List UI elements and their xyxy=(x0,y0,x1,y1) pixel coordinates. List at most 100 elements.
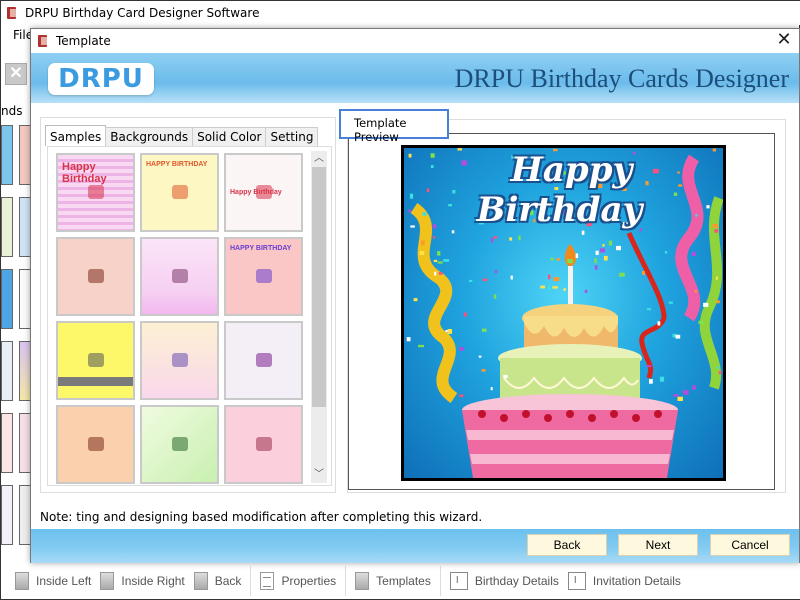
confetti-piece xyxy=(683,390,689,395)
confetti-piece xyxy=(694,290,697,293)
confetti-piece xyxy=(668,301,673,304)
template-sample-peach-floral-cake[interactable] xyxy=(56,237,135,316)
cake-stripe xyxy=(470,454,670,464)
cherry xyxy=(478,410,486,418)
divider xyxy=(250,566,252,596)
background-thumb[interactable] xyxy=(1,485,13,545)
confetti-piece xyxy=(494,270,498,274)
template-sample-yellow-balloons-happy-birthday[interactable]: HAPPY BIRTHDAY xyxy=(140,153,219,232)
templates-icon xyxy=(355,572,370,590)
confetti-piece xyxy=(548,274,551,280)
sample-motif xyxy=(88,269,104,283)
background-thumb[interactable] xyxy=(1,341,13,401)
template-sample-lilac-waves-cake[interactable] xyxy=(140,237,219,316)
status-item-invitation-details[interactable]: Invitation Details xyxy=(567,572,681,590)
confetti-piece xyxy=(406,337,411,342)
next-button[interactable]: Next xyxy=(618,534,698,556)
sample-motif xyxy=(172,437,188,451)
confetti-piece xyxy=(418,344,424,348)
confetti-piece xyxy=(493,236,497,239)
scrollbar-thumb[interactable] xyxy=(312,167,326,407)
template-sample-pink-hearts-happy-birthday[interactable]: HAPPY BIRTHDAY xyxy=(224,237,303,316)
tab-samples[interactable]: Samples xyxy=(45,125,107,146)
confetti-piece xyxy=(664,251,668,254)
status-item-inside-left[interactable]: Inside Left xyxy=(15,572,91,590)
template-sample-green-cake[interactable] xyxy=(140,405,219,484)
sample-motif xyxy=(256,185,272,199)
background-thumb[interactable] xyxy=(1,413,13,473)
cherry xyxy=(566,410,574,418)
divider xyxy=(439,566,441,596)
confetti-piece xyxy=(603,255,608,261)
template-sample-white-mouse-happy-birthday[interactable]: Happy Birthday xyxy=(224,153,303,232)
background-thumb[interactable] xyxy=(1,125,13,185)
scroll-up-icon[interactable]: ︿ xyxy=(311,151,327,167)
confetti-piece xyxy=(584,289,588,293)
template-sample-pink-stripes-happy-birthday[interactable]: Happy Birthday xyxy=(56,153,135,232)
template-sample-orange-floral-cake[interactable] xyxy=(56,405,135,484)
template-sample-white-purple-flowers[interactable] xyxy=(224,321,303,400)
sample-text: HAPPY BIRTHDAY xyxy=(146,161,208,168)
scroll-down-icon[interactable]: ﹀ xyxy=(311,467,327,483)
confetti-piece xyxy=(646,308,652,311)
dialog-close-button[interactable]: ✕ xyxy=(775,31,793,49)
tab-solid-color[interactable]: Solid Color xyxy=(192,127,267,146)
background-thumb[interactable] xyxy=(1,197,13,257)
confetti-piece xyxy=(510,275,513,280)
page-icon xyxy=(193,572,208,590)
background-thumb[interactable] xyxy=(1,269,13,329)
confetti-piece xyxy=(420,240,425,246)
back-button[interactable]: Back xyxy=(527,534,607,556)
confetti-piece xyxy=(619,272,625,277)
cherry xyxy=(654,410,662,418)
tab-setting[interactable]: Setting xyxy=(265,127,319,146)
sample-motif xyxy=(172,353,188,367)
wizard-note: Note: ting and designing based modificat… xyxy=(40,510,483,524)
cake-mid-tier xyxy=(500,358,640,398)
template-preview-label: Template Preview xyxy=(339,109,449,144)
confetti-piece xyxy=(469,279,473,282)
confetti-piece xyxy=(459,347,464,351)
confetti-piece xyxy=(550,257,554,261)
sample-motif xyxy=(256,269,272,283)
confetti-piece xyxy=(503,374,508,379)
status-item-properties[interactable]: Properties xyxy=(260,572,336,590)
sample-motif xyxy=(88,437,104,451)
confetti-piece xyxy=(433,236,436,239)
confetti-piece xyxy=(675,334,681,339)
confetti-piece xyxy=(698,320,704,324)
card-title-happy: Happy xyxy=(510,150,633,190)
confetti-piece xyxy=(677,396,683,401)
confetti-piece xyxy=(518,235,521,241)
confetti-piece xyxy=(419,251,425,255)
dialog-titlebar: Template xyxy=(31,29,799,53)
status-item-birthday-details[interactable]: Birthday Details xyxy=(449,572,559,590)
confetti-piece xyxy=(716,366,719,369)
app-logo-icon xyxy=(5,6,19,20)
sample-text: Happy Birthday xyxy=(62,161,107,185)
confetti-piece xyxy=(673,394,679,397)
template-sample-yellow-candles-gift[interactable] xyxy=(56,321,135,400)
confetti-piece xyxy=(556,258,560,261)
template-sample-pink-floral-diagonal[interactable] xyxy=(224,405,303,484)
template-tabs: Samples Backgrounds Solid Color Setting xyxy=(45,125,319,147)
confetti-piece xyxy=(540,285,545,289)
samples-scrollbar[interactable]: ︿ ﹀ xyxy=(311,151,327,483)
backgrounds-tab-partial[interactable]: nds xyxy=(1,104,22,118)
confetti-piece xyxy=(602,244,605,247)
cherry xyxy=(522,410,530,418)
confetti-piece xyxy=(434,271,437,276)
confetti-piece xyxy=(567,259,573,264)
dialog-banner: DRPU DRPU Birthday Cards Designer xyxy=(31,53,799,103)
close-icon[interactable]: ✕ xyxy=(5,63,27,85)
status-item-back[interactable]: Back xyxy=(193,572,241,590)
template-sample-pastel-flowers[interactable] xyxy=(140,321,219,400)
status-item-templates[interactable]: Templates xyxy=(355,572,431,590)
candle xyxy=(568,266,573,310)
sample-grey-band xyxy=(58,377,133,386)
confetti-piece xyxy=(437,251,441,256)
sample-motif xyxy=(88,185,104,199)
cancel-button[interactable]: Cancel xyxy=(710,534,790,556)
tab-backgrounds[interactable]: Backgrounds xyxy=(105,127,194,146)
status-item-inside-right[interactable]: Inside Right xyxy=(100,572,185,590)
